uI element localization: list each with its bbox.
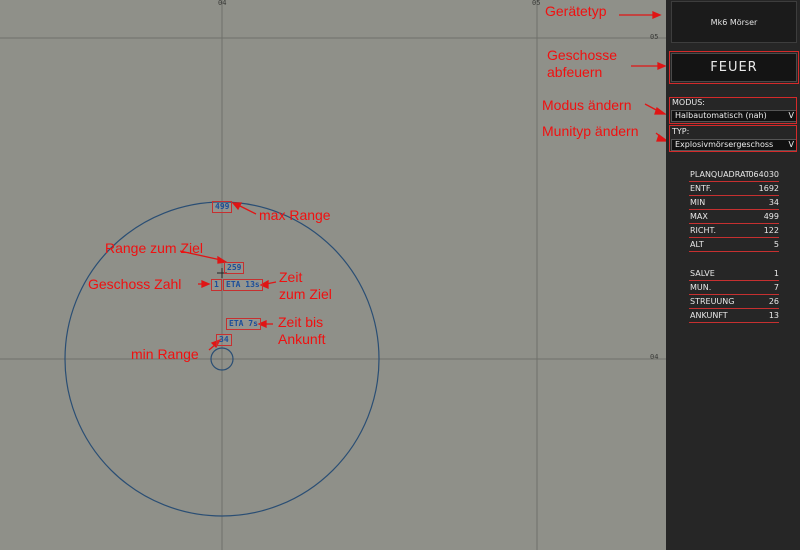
- annotation-mode: Modus ändern: [542, 97, 632, 113]
- stat-key: STREUUNG: [690, 297, 735, 306]
- fire-button-label: FEUER: [710, 60, 758, 75]
- stat-value: 5: [773, 240, 779, 249]
- fire-button[interactable]: FEUER: [671, 53, 797, 82]
- stat-row-spread: STREUUNG 26: [689, 296, 779, 309]
- stat-key: ALT: [690, 240, 704, 249]
- annotation-time-to-arrival: Zeit bis Ankunft: [278, 314, 326, 347]
- eta-target-marker: ETA 13s: [223, 279, 263, 291]
- projectile-count-marker: 1: [211, 279, 222, 291]
- chevron-down-icon: V: [786, 111, 794, 121]
- grid-label-y-05: 05: [650, 33, 659, 41]
- stat-value: 122: [763, 226, 779, 235]
- mode-value: Halbautomatisch (nah): [675, 111, 767, 120]
- annotation-range-to-target: Range zum Ziel: [105, 240, 204, 256]
- stat-value: 1692: [758, 184, 779, 193]
- stat-row-max: MAX 499: [689, 211, 779, 224]
- eta-arrival-marker: ETA 7s: [226, 318, 261, 330]
- ammo-type-value: Explosivmörsergeschoss: [675, 140, 774, 149]
- stat-key: SALVE: [690, 269, 715, 278]
- ammo-type-select[interactable]: Explosivmörsergeschoss V: [671, 139, 797, 151]
- stat-key: ANKUNFT: [690, 311, 728, 320]
- map-canvas: [0, 0, 666, 550]
- stat-key: RICHT.: [690, 226, 716, 235]
- chevron-down-icon: V: [786, 140, 794, 150]
- stat-key: MUN.: [690, 283, 712, 292]
- stat-row-arrival: ANKUNFT 13: [689, 310, 779, 323]
- mode-label: MODUS:: [672, 98, 705, 107]
- annotation-max-range: max Range: [259, 207, 331, 223]
- target-range-marker: 259: [224, 262, 245, 274]
- max-range-marker: 499: [212, 201, 233, 213]
- stat-value: 1: [773, 269, 779, 278]
- stat-value: 13: [768, 311, 779, 320]
- mode-select[interactable]: Halbautomatisch (nah) V: [671, 110, 797, 122]
- stat-row-ammo: MUN. 7: [689, 282, 779, 295]
- annotation-ammo: Munityp ändern: [542, 123, 639, 139]
- stat-key: PLANQUADRAT: [690, 170, 750, 179]
- stat-row-min: MIN 34: [689, 197, 779, 210]
- annotation-device-type: Gerätetyp: [545, 3, 607, 19]
- stat-row-salvo: SALVE 1: [689, 268, 779, 281]
- annotation-fire: Geschosse abfeuern: [547, 47, 618, 80]
- annotation-projectile-count: Geschoss Zahl: [88, 276, 182, 292]
- device-name: Mk6 Mörser: [710, 17, 758, 27]
- stat-value: 064030: [748, 170, 779, 179]
- stat-key: ENTF.: [690, 184, 712, 193]
- type-label: TYP:: [672, 127, 690, 136]
- stat-value: 34: [768, 198, 779, 207]
- device-type-display: Mk6 Mörser: [671, 1, 797, 43]
- stat-value: 26: [768, 297, 779, 306]
- grid-label-x-04: 04: [218, 0, 227, 7]
- map-view[interactable]: 04 05 05 04 499 259 1 ETA 13s ETA 7s 34 …: [0, 0, 666, 550]
- annotation-time-to-target: Zeit zum Ziel: [279, 269, 332, 302]
- stat-key: MIN: [690, 198, 706, 207]
- stat-row-grid: PLANQUADRAT 064030: [689, 169, 779, 182]
- stat-key: MAX: [690, 212, 708, 221]
- grid-label-y-04: 04: [650, 353, 659, 361]
- annotation-min-range: min Range: [131, 346, 199, 362]
- min-range-marker: 34: [216, 334, 232, 346]
- stat-row-direction: RICHT. 122: [689, 225, 779, 238]
- grid-label-x-05: 05: [532, 0, 541, 7]
- stat-value: 499: [763, 212, 779, 221]
- stat-row-altitude: ALT 5: [689, 239, 779, 252]
- stat-row-distance: ENTF. 1692: [689, 183, 779, 196]
- stat-value: 7: [773, 283, 779, 292]
